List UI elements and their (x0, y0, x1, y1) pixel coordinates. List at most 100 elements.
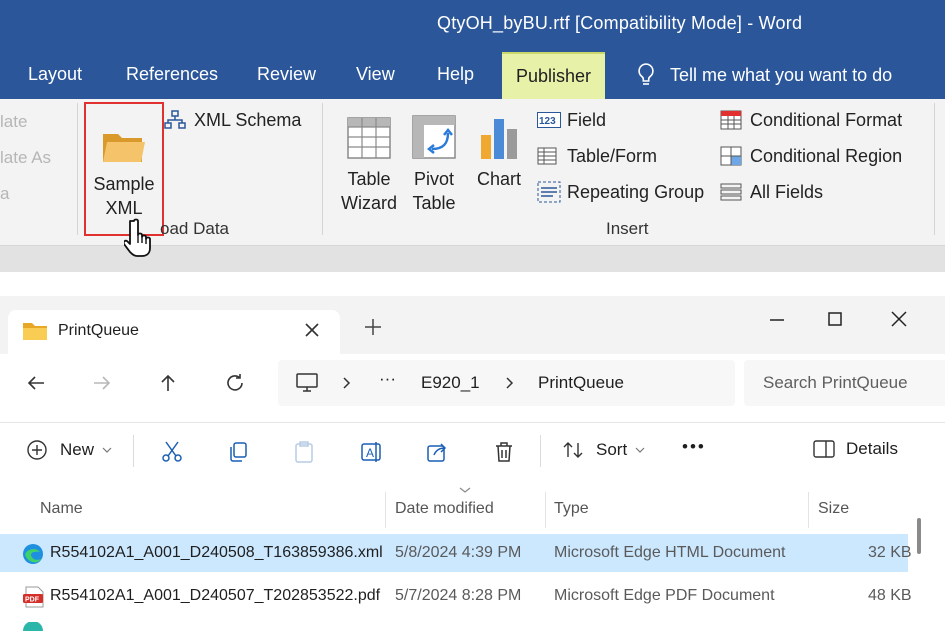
tab-layout[interactable]: Layout (28, 64, 82, 85)
xml-schema-label: XML Schema (194, 109, 302, 130)
sort-button[interactable]: Sort (562, 439, 645, 461)
group-divider (77, 103, 78, 235)
new-button[interactable]: New (26, 439, 112, 461)
folder-icon (23, 323, 47, 340)
column-divider[interactable] (545, 492, 546, 528)
refresh-icon[interactable] (223, 371, 247, 395)
toolbar-divider (540, 435, 541, 467)
tell-me-search[interactable]: Tell me what you want to do (636, 62, 892, 88)
table-wizard-label-line2: Wizard (340, 193, 397, 213)
forward-arrow-icon[interactable] (90, 371, 114, 395)
vertical-scrollbar[interactable] (917, 518, 921, 554)
search-input[interactable]: Search PrintQueue (744, 360, 945, 406)
plus-circle-icon (27, 440, 47, 460)
hand-pointer-icon (124, 218, 151, 257)
table-grid-icon (347, 109, 391, 159)
sample-xml-label-line1: Sample (93, 174, 155, 194)
conditional-format-button[interactable]: Conditional Format (720, 109, 902, 131)
conditional-region-icon (720, 145, 746, 167)
chart-button[interactable]: Chart (472, 109, 526, 191)
group-divider (934, 103, 935, 235)
search-placeholder: Search PrintQueue (763, 373, 908, 392)
partial-button[interactable]: a (0, 184, 9, 204)
up-arrow-icon[interactable] (156, 371, 180, 395)
table-wizard-label-line1: Table (347, 169, 391, 189)
share-icon[interactable] (425, 440, 449, 464)
file-date-modified: 5/8/2024 4:39 PM (395, 544, 522, 561)
all-fields-icon (720, 181, 746, 203)
sample-xml-button[interactable]: Sample XML (84, 102, 164, 236)
pivot-table-button[interactable]: Pivot Table (406, 109, 462, 215)
close-tab-icon[interactable] (300, 318, 324, 342)
more-options-button[interactable]: ••• (682, 437, 706, 457)
field-123-icon: 123 (537, 109, 563, 131)
column-header-size[interactable]: Size (818, 500, 849, 518)
column-divider[interactable] (808, 492, 809, 528)
tab-help[interactable]: Help (437, 64, 474, 85)
tab-references[interactable]: References (126, 64, 218, 85)
conditional-region-button[interactable]: Conditional Region (720, 145, 902, 167)
new-tab-icon[interactable] (362, 316, 384, 338)
cut-icon[interactable] (160, 440, 184, 464)
xml-schema-button[interactable]: XML Schema (164, 109, 301, 131)
table-wizard-button[interactable]: Table Wizard (338, 109, 400, 215)
folder-icon (101, 114, 147, 164)
all-fields-label: All Fields (750, 181, 824, 202)
address-row: ··· E920_1 PrintQueue Search PrintQueue (0, 354, 945, 412)
lightbulb-icon (638, 63, 654, 85)
chevron-right-icon (506, 377, 514, 389)
column-header-name[interactable]: Name (40, 500, 83, 518)
breadcrumb-more[interactable]: ··· (379, 369, 396, 389)
file-name: R554102A1_A001_D240508_T163859386.xml (50, 544, 383, 561)
breadcrumb-printqueue[interactable]: PrintQueue (538, 373, 624, 393)
template-button-partial[interactable]: late (0, 112, 27, 132)
column-header-date-modified[interactable]: Date modified (395, 500, 494, 518)
rename-icon[interactable]: A (359, 440, 383, 464)
chevron-down-icon (102, 447, 112, 453)
file-row[interactable]: R554102A1_A001_D240508_T163859386.xml 5/… (0, 534, 912, 572)
breadcrumb-e920-1[interactable]: E920_1 (421, 373, 480, 393)
conditional-format-label: Conditional Format (750, 109, 903, 130)
tab-review[interactable]: Review (257, 64, 316, 85)
copy-icon[interactable] (226, 440, 250, 464)
word-window: QtyOH_byBU.rtf [Compatibility Mode] - Wo… (0, 0, 945, 272)
template-as-button-partial[interactable]: late As (0, 148, 51, 168)
details-button[interactable]: Details (812, 439, 898, 459)
file-date-modified: 5/7/2024 8:28 PM (395, 587, 522, 604)
ribbon-tab-bar: Layout References Review View Help Publi… (0, 52, 945, 99)
schema-tree-icon (164, 109, 190, 131)
back-arrow-icon[interactable] (24, 371, 48, 395)
column-divider[interactable] (385, 492, 386, 528)
explorer-tab-bar: PrintQueue (0, 296, 945, 354)
file-name: R554102A1_A001_D240507_T202853522.pdf (50, 587, 381, 604)
pivot-table-label-line2: Table (412, 193, 456, 213)
table-form-button[interactable]: Table/Form (537, 145, 657, 167)
column-header-type[interactable]: Type (554, 500, 589, 518)
table-form-icon (537, 145, 563, 167)
chevron-down-icon (635, 447, 645, 453)
maximize-icon[interactable] (820, 304, 850, 334)
field-label: Field (567, 109, 607, 130)
tab-publisher[interactable]: Publisher (502, 52, 606, 99)
sort-label: Sort (596, 440, 628, 459)
load-data-group-label: oad Data (160, 219, 229, 238)
explorer-tab-printqueue[interactable]: PrintQueue (8, 310, 340, 354)
repeating-group-button[interactable]: Repeating Group (537, 181, 704, 203)
close-window-icon[interactable] (884, 304, 914, 334)
file-type: Microsoft Edge PDF Document (554, 587, 775, 604)
field-button[interactable]: 123 Field (537, 109, 606, 131)
file-row[interactable]: PDF R554102A1_A001_D240507_T202853522.pd… (0, 577, 912, 615)
svg-text:PDF: PDF (25, 597, 40, 604)
paste-icon[interactable] (292, 440, 316, 464)
repeating-group-icon (537, 181, 563, 203)
minimize-icon[interactable] (762, 304, 792, 334)
conditional-region-label: Conditional Region (750, 145, 903, 166)
conditional-format-icon (720, 109, 746, 131)
repeating-group-label: Repeating Group (567, 181, 705, 202)
delete-icon[interactable] (492, 440, 516, 464)
all-fields-button[interactable]: All Fields (720, 181, 823, 203)
partial-file-icon (23, 622, 43, 631)
table-form-label: Table/Form (567, 145, 658, 166)
address-bar[interactable]: ··· E920_1 PrintQueue (278, 360, 735, 406)
tab-view[interactable]: View (356, 64, 395, 85)
